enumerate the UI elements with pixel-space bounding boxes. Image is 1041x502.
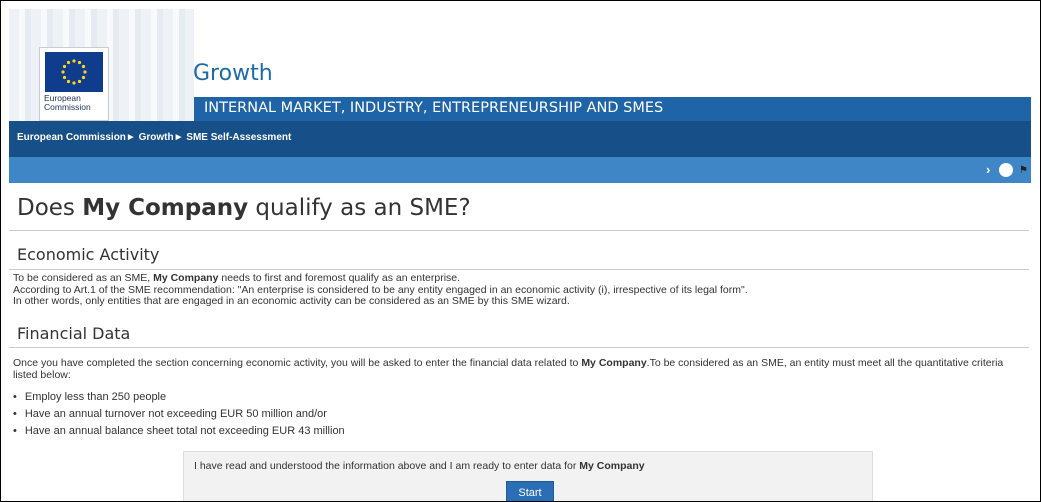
divider bbox=[9, 269, 1029, 270]
economic-activity-text: To be considered as an SME, My Company n… bbox=[13, 272, 748, 308]
breadcrumb-separator: ► bbox=[173, 132, 184, 143]
department-band: INTERNAL MARKET, INDUSTRY, ENTREPRENEURS… bbox=[194, 97, 1031, 121]
logo-text: European Commission bbox=[44, 94, 91, 112]
breadcrumb-sme-self-assessment[interactable]: SME Self-Assessment bbox=[186, 132, 291, 143]
criteria-list: Employ less than 250 people Have an annu… bbox=[13, 389, 345, 440]
department-title: INTERNAL MARKET, INDUSTRY, ENTREPRENEURS… bbox=[204, 100, 664, 116]
breadcrumb-separator: ► bbox=[125, 132, 136, 143]
site-title[interactable]: Growth bbox=[193, 61, 273, 86]
list-item: Have an annual turnover not exceeding EU… bbox=[13, 406, 345, 423]
fin-para-pre: Once you have completed the section conc… bbox=[13, 357, 582, 369]
toolbar: › ⚑ bbox=[9, 157, 1031, 183]
european-commission-logo[interactable]: European Commission bbox=[39, 47, 109, 121]
financial-data-heading: Financial Data bbox=[17, 324, 131, 343]
confirmation-box: I have read and understood the informati… bbox=[183, 451, 873, 501]
economic-activity-heading: Economic Activity bbox=[17, 245, 160, 264]
econ-line1-pre: To be considered as an SME, bbox=[13, 272, 154, 284]
list-item: Employ less than 250 people bbox=[13, 389, 345, 406]
econ-line3: In other words, only entities that are e… bbox=[13, 295, 570, 307]
breadcrumb-growth[interactable]: Growth bbox=[139, 132, 174, 143]
confirmation-text: I have read and understood the informati… bbox=[194, 460, 645, 472]
page-title: Does My Company qualify as an SME? bbox=[17, 195, 471, 221]
econ-line1-company: My Company bbox=[153, 272, 219, 284]
page-frame: European Commission Growth INTERNAL MARK… bbox=[0, 0, 1041, 502]
confirm-company: My Company bbox=[579, 460, 645, 472]
eu-flag-icon bbox=[45, 52, 103, 92]
divider bbox=[9, 230, 1029, 231]
divider bbox=[9, 347, 1029, 348]
circle-icon[interactable] bbox=[999, 163, 1013, 177]
breadcrumb: European Commission► Growth► SME Self-As… bbox=[9, 121, 1031, 157]
chevron-right-icon[interactable]: › bbox=[986, 162, 990, 177]
logo-line2: Commission bbox=[44, 102, 91, 112]
start-button[interactable]: Start bbox=[506, 481, 554, 501]
fin-para-company: My Company bbox=[581, 357, 647, 369]
title-company: My Company bbox=[82, 195, 249, 221]
title-suffix: qualify as an SME? bbox=[248, 195, 471, 221]
title-prefix: Does bbox=[17, 195, 83, 221]
econ-line1-post: needs to first and foremost qualify as a… bbox=[218, 272, 461, 284]
flag-icon[interactable]: ⚑ bbox=[1019, 165, 1028, 176]
confirm-pre: I have read and understood the informati… bbox=[194, 460, 580, 472]
site-header: European Commission Growth INTERNAL MARK… bbox=[9, 9, 1031, 121]
breadcrumb-european-commission[interactable]: European Commission bbox=[17, 132, 126, 143]
list-item: Have an annual balance sheet total not e… bbox=[13, 423, 345, 440]
financial-data-text: Once you have completed the section conc… bbox=[13, 357, 1023, 381]
